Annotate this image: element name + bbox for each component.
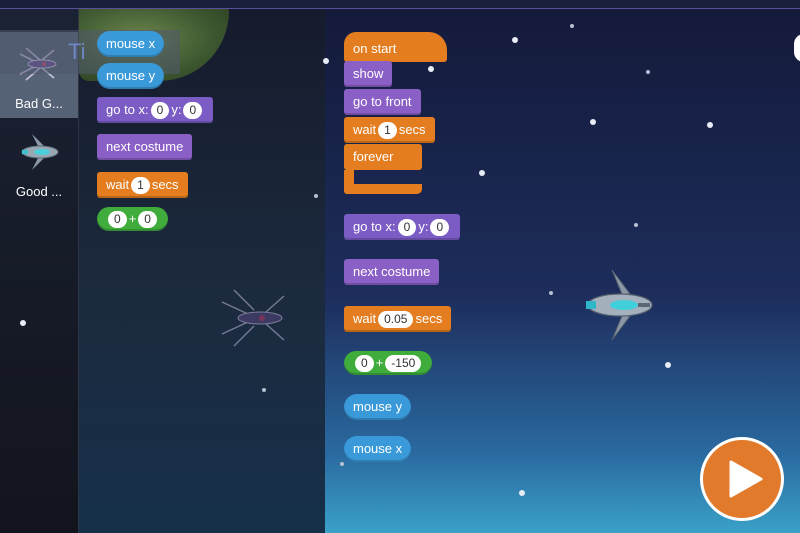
- block-wait[interactable]: wait 1 secs: [344, 117, 435, 143]
- block-mouse-x[interactable]: mouse x: [344, 436, 412, 462]
- wait-input[interactable]: 1: [378, 122, 397, 140]
- block-label: mouse y: [353, 399, 403, 414]
- sprite-name: Good ...: [15, 184, 63, 199]
- block-label: mouse y: [106, 68, 156, 83]
- block-label: on start: [353, 41, 397, 56]
- block-go-to-xy[interactable]: go to x: 0 y: 0: [344, 214, 461, 240]
- block-label: wait: [353, 311, 377, 326]
- sprite-item-good-guy[interactable]: Good ...: [0, 120, 78, 206]
- play-icon: [729, 460, 763, 498]
- top-bar: [0, 0, 800, 9]
- star: [634, 223, 638, 227]
- wait-input[interactable]: 0.05: [378, 311, 414, 329]
- star: [570, 24, 574, 28]
- block-go-to-xy[interactable]: go to x: 0 y: 0: [97, 97, 214, 123]
- star: [512, 37, 518, 43]
- block-label: wait: [106, 177, 130, 192]
- block-wait[interactable]: wait 0.05 secs: [344, 306, 452, 332]
- x-input[interactable]: 0: [397, 219, 417, 237]
- star: [20, 320, 26, 326]
- operand-a-input[interactable]: 0: [108, 211, 127, 229]
- y-input[interactable]: 0: [183, 102, 203, 120]
- operator-symbol: +: [375, 355, 384, 370]
- star: [549, 291, 553, 295]
- block-label: y:: [418, 219, 429, 234]
- tooltip-text: Ti: [68, 39, 86, 64]
- star: [428, 66, 434, 72]
- block-forever[interactable]: forever: [344, 144, 422, 194]
- block-next-costume[interactable]: next costume: [344, 259, 440, 285]
- block-label: show: [353, 66, 384, 81]
- bad-spaceship-sprite[interactable]: [214, 282, 300, 354]
- block-label: secs: [398, 122, 426, 137]
- block-mouse-y[interactable]: mouse y: [97, 63, 165, 89]
- block-add[interactable]: 0 +0: [97, 207, 168, 231]
- good-spaceship-sprite[interactable]: [582, 266, 654, 344]
- block-label: go to front: [353, 94, 412, 109]
- block-mouse-y[interactable]: mouse y: [344, 394, 412, 420]
- sprite-name: Bad G...: [15, 96, 63, 111]
- block-next-costume[interactable]: next costume: [97, 134, 193, 160]
- play-button[interactable]: [700, 437, 784, 521]
- star: [314, 194, 318, 198]
- block-label: secs: [415, 311, 443, 326]
- block-label: wait: [353, 122, 377, 137]
- x-input[interactable]: 0: [150, 102, 170, 120]
- block-wait[interactable]: wait 1 secs: [97, 172, 188, 198]
- operand-a-input[interactable]: 0: [355, 355, 374, 373]
- block-label: secs: [151, 177, 179, 192]
- block-label: next costume: [106, 139, 184, 154]
- star: [340, 462, 344, 466]
- star: [707, 122, 713, 128]
- forever-header: forever: [344, 144, 422, 170]
- star: [262, 388, 266, 392]
- star: [519, 490, 525, 496]
- block-on-start[interactable]: on start: [344, 32, 447, 62]
- good-spaceship-icon: [21, 134, 59, 170]
- block-label: y:: [171, 102, 182, 117]
- block-mouse-x[interactable]: mouse x: [97, 31, 165, 57]
- fullscreen-button[interactable]: [794, 34, 800, 62]
- star: [323, 58, 329, 64]
- block-label: go to x:: [353, 219, 396, 234]
- block-show[interactable]: show: [344, 61, 393, 87]
- star: [665, 362, 671, 368]
- forever-footer: [344, 184, 422, 194]
- sprite-list: Bad G... Good ...: [0, 9, 79, 533]
- star: [590, 119, 596, 125]
- block-label: next costume: [353, 264, 431, 279]
- block-label: go to x:: [106, 102, 149, 117]
- block-label: forever: [353, 149, 394, 164]
- wait-input[interactable]: 1: [131, 177, 150, 195]
- operator-symbol: +: [128, 211, 137, 226]
- block-go-to-front[interactable]: go to front: [344, 89, 421, 115]
- star: [479, 170, 485, 176]
- block-add[interactable]: 0 + -150: [344, 351, 433, 375]
- block-label: mouse x: [353, 441, 403, 456]
- star: [646, 70, 650, 74]
- y-input[interactable]: 0: [430, 219, 450, 237]
- operand-b-input[interactable]: -150: [385, 355, 422, 373]
- block-label: mouse x: [106, 36, 156, 51]
- operand-b-input[interactable]: 0: [138, 211, 157, 229]
